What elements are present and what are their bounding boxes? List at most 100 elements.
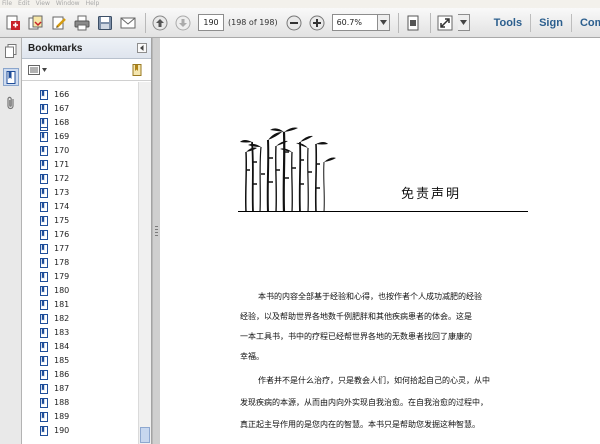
arrow-up-icon: [152, 15, 168, 30]
bookmark-item[interactable]: 180: [40, 284, 69, 298]
create-button[interactable]: [3, 13, 23, 33]
bookmark-item[interactable]: 166: [40, 88, 69, 102]
zoom-out-button[interactable]: [284, 13, 304, 33]
menu-view[interactable]: View: [36, 0, 50, 8]
printer-icon: [74, 15, 90, 30]
sign-link[interactable]: Sign: [539, 17, 563, 29]
bookmark-item[interactable]: 187: [40, 382, 69, 396]
bookmarks-title: Bookmarks: [28, 42, 83, 54]
bookmark-item[interactable]: 190: [40, 424, 69, 438]
fit-page-button[interactable]: [403, 13, 423, 33]
bookmark-item[interactable]: 170: [40, 144, 69, 158]
bookmarks-scrollbar[interactable]: [138, 82, 151, 444]
toolbar: 190 (198 of 198) 60.7% Tools Sign Commen…: [0, 8, 600, 38]
save-button[interactable]: [95, 13, 115, 33]
paperclip-icon: [7, 96, 14, 110]
delete-bookmark-button[interactable]: [132, 64, 143, 79]
link-separator: [530, 13, 532, 32]
bookmark-label: 179: [54, 272, 70, 281]
bookmark-item[interactable]: 184: [40, 340, 69, 354]
bookmark-icon: [40, 314, 48, 324]
attachments-button[interactable]: [3, 94, 19, 112]
panel-splitter[interactable]: [152, 38, 160, 444]
bookmark-label: 177: [54, 244, 70, 253]
page-number-input[interactable]: 190: [198, 14, 224, 31]
heading-rule: [238, 211, 528, 212]
full-screen-button[interactable]: [435, 13, 455, 33]
bookmark-label: 183: [54, 328, 70, 337]
splitter-grip[interactable]: [155, 226, 158, 238]
scrollbar-thumb[interactable]: [140, 427, 150, 443]
tools-link[interactable]: Tools: [494, 17, 523, 29]
minus-circle-icon: [286, 15, 302, 30]
zoom-in-button[interactable]: [307, 13, 327, 33]
combine-button[interactable]: [26, 13, 46, 33]
bookmarks-toolbar: [22, 59, 151, 81]
bookmark-item[interactable]: 172: [40, 172, 69, 186]
bookmark-label: 174: [54, 202, 70, 211]
bookmark-label: 170: [54, 146, 70, 155]
bookmark-item[interactable]: 169: [40, 130, 69, 144]
print-button[interactable]: [72, 13, 92, 33]
bookmark-item[interactable]: 189: [40, 410, 69, 424]
bookmark-icon: [40, 272, 48, 282]
bookmark-icon: [40, 328, 48, 338]
bookmark-item[interactable]: 177: [40, 242, 69, 256]
menu-window[interactable]: Window: [56, 0, 80, 8]
page-thumbnails-button[interactable]: [3, 42, 19, 60]
paragraph-line: 一本工具书，书中的疗程已经帮世界各地的无数患者找回了康康的: [240, 332, 472, 341]
zoom-dropdown[interactable]: [377, 14, 390, 31]
chevron-left-icon: [140, 45, 144, 51]
pages-icon: [5, 44, 17, 58]
email-button[interactable]: [118, 13, 138, 33]
bookmark-item[interactable]: 176: [40, 228, 69, 242]
chevron-down-icon: [42, 67, 47, 72]
bookmark-item[interactable]: 186: [40, 368, 69, 382]
bookmark-icon: [6, 70, 16, 84]
edit-button[interactable]: [49, 13, 69, 33]
page-count: (198 of 198): [228, 18, 278, 27]
bookmark-item[interactable]: 171: [40, 158, 69, 172]
zoom-level-input[interactable]: 60.7%: [331, 14, 378, 31]
page-heading: 免责声明: [401, 187, 462, 202]
create-pdf-icon: [6, 15, 20, 30]
full-screen-dropdown[interactable]: [457, 14, 470, 31]
bookmarks-panel-button[interactable]: [3, 68, 19, 86]
plus-circle-icon: [309, 15, 325, 30]
menu-edit[interactable]: Edit: [18, 0, 30, 8]
bookmark-item[interactable]: 174: [40, 200, 69, 214]
menu-file[interactable]: File: [2, 0, 12, 8]
bookmark-icon: [40, 356, 48, 366]
save-icon: [98, 15, 112, 30]
bookmark-item[interactable]: 188: [40, 396, 69, 410]
chevron-down-icon: [459, 20, 467, 25]
paragraph-line: 真正起主导作用的是您内在的智慧。本书只是帮助您发掘这种智慧。: [240, 420, 480, 429]
bookmark-label: 190: [54, 426, 70, 435]
options-menu-icon: [28, 64, 40, 75]
bookmarks-list: 166 167 168 169 170 171 172 173 174 175 …: [22, 82, 138, 444]
bookmark-icon: [40, 132, 48, 142]
bookmark-label: 171: [54, 160, 70, 169]
bookmark-item[interactable]: 181: [40, 298, 69, 312]
bookmarks-header: Bookmarks: [22, 38, 151, 59]
bookmark-item[interactable]: 183: [40, 326, 69, 340]
next-page-button[interactable]: [173, 13, 193, 33]
bookmark-item[interactable]: 168: [40, 116, 69, 130]
paragraph-line: 经验，以及帮助世界各地数千例肥胖和其他疾病患者的体会。这是: [240, 312, 472, 321]
document-page[interactable]: 免责声明 本书的内容全部基于经验和心得，也按作者个人成功减肥的经验 经验，以及帮…: [160, 38, 600, 444]
bookmark-icon: [40, 384, 48, 394]
bookmark-item[interactable]: 182: [40, 312, 69, 326]
bookmark-item[interactable]: 185: [40, 354, 69, 368]
bookmark-item[interactable]: 178: [40, 256, 69, 270]
bookmark-options-button[interactable]: [28, 64, 47, 75]
menu-help[interactable]: Help: [86, 0, 100, 8]
toolbar-separator: [145, 12, 146, 33]
bookmark-item[interactable]: 173: [40, 186, 69, 200]
bookmark-label: 166: [54, 90, 70, 99]
comment-link[interactable]: Comment: [580, 17, 600, 29]
previous-page-button[interactable]: [150, 13, 170, 33]
collapse-panel-button[interactable]: [137, 43, 147, 53]
bookmark-item[interactable]: 167: [40, 102, 69, 116]
bookmark-item[interactable]: 175: [40, 214, 69, 228]
bookmark-item[interactable]: 179: [40, 270, 69, 284]
